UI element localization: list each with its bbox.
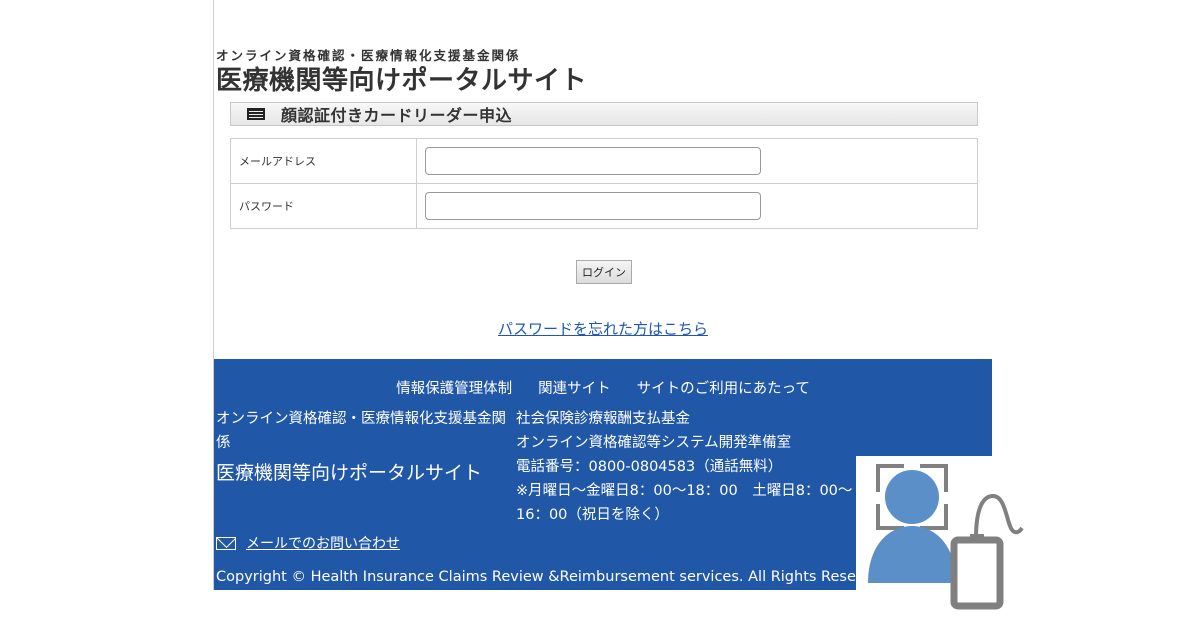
person-head [885,470,939,524]
login-form-table: メールアドレス パスワード [230,138,978,229]
email-label: メールアドレス [230,138,417,184]
person-body [868,526,956,583]
footer-left: オンライン資格確認・医療情報化支援基金関係 医療機関等向けポータルサイト [216,407,511,485]
section-header: 顔認証付きカードリーダー申込 [230,102,978,126]
mail-contact: メールでのお問い合わせ [216,533,400,553]
email-row: メールアドレス [230,138,978,184]
card-reader-slot [970,534,984,543]
face-recognition-card-reader-svg [868,464,1024,610]
footer-link-related-sites[interactable]: 関連サイト [538,377,611,398]
footer-office-name: オンライン資格確認等システム開発準備室 [516,435,792,451]
password-input-cell [416,183,978,229]
password-label: パスワード [230,183,417,229]
footer-phone: 電話番号：0800-0804583（通話無料） [516,459,783,475]
forgot-password-link: パスワードを忘れた方はこちら [214,318,992,339]
footer-fund-name: 社会保険診療報酬支払基金 [516,411,690,427]
footer-portal-name: 医療機関等向けポータルサイト [216,462,483,484]
face-recognition-card-reader-icon [856,456,1056,630]
footer-nav: 情報保護管理体制 関連サイト サイトのご利用にあたって [214,377,992,398]
login-button[interactable]: ログイン [576,260,632,284]
password-input[interactable] [425,192,761,220]
card-reader-body [950,536,1004,610]
section-title: 顔認証付きカードリーダー申込 [281,106,513,125]
footer-link-terms[interactable]: サイトのご利用にあたって [637,377,810,398]
list-icon [247,108,265,120]
mail-icon [216,536,236,550]
email-input-cell [416,138,978,184]
email-input[interactable] [425,147,761,175]
footer-org-name: オンライン資格確認・医療情報化支援基金関係 [216,411,506,451]
password-row: パスワード [230,183,978,229]
footer-contact: 社会保険診療報酬支払基金 オンライン資格確認等システム開発準備室 電話番号：08… [516,407,876,527]
footer-hours: ※月曜日〜金曜日8：00〜18：00 土曜日8：00〜16：00（祝日を除く） [516,483,853,523]
reader-cable [974,493,1024,539]
portal-title: 医療機関等向けポータルサイト [216,66,588,96]
mail-contact-link[interactable]: メールでのお問い合わせ [246,533,400,553]
copyright: Copyright © Health Insurance Claims Revi… [216,569,894,585]
forgot-password-link-text[interactable]: パスワードを忘れた方はこちら [498,320,708,338]
footer-link-privacy[interactable]: 情報保護管理体制 [396,377,512,398]
